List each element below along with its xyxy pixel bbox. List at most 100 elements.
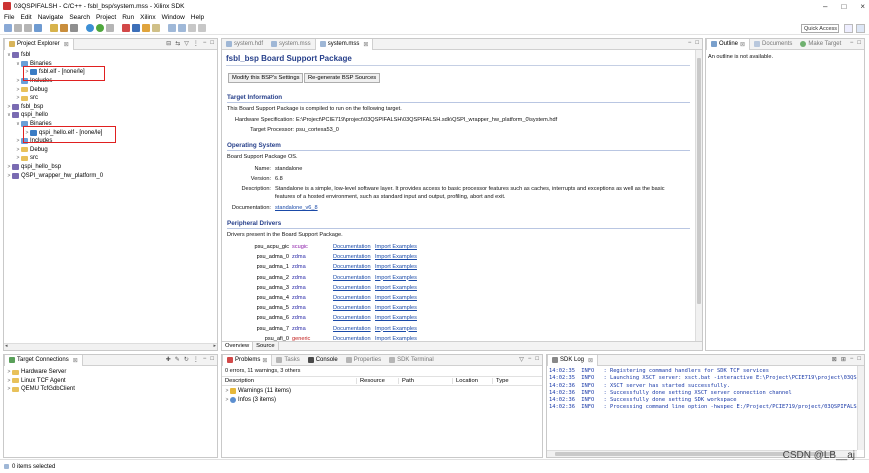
tab-overview[interactable]: Overview <box>222 342 254 350</box>
open-perspective-icon[interactable] <box>844 24 853 33</box>
menu-search[interactable]: Search <box>69 14 90 21</box>
driver-import-examples-link[interactable]: Import Examples <box>375 295 417 305</box>
maximize-view-icon[interactable]: □ <box>857 356 861 363</box>
maximize-view-icon[interactable]: □ <box>695 40 699 46</box>
close-icon[interactable]: ⊠ <box>363 41 368 48</box>
close-icon[interactable]: ⊠ <box>588 357 593 364</box>
tree-node[interactable]: > qspi_hello_bsp <box>6 163 217 172</box>
tree-node[interactable]: > Debug <box>6 146 217 155</box>
driver-documentation-link[interactable]: Documentation <box>333 264 375 274</box>
open-folder-icon[interactable] <box>142 24 150 32</box>
driver-import-examples-link[interactable]: Import Examples <box>375 244 417 254</box>
driver-import-examples-link[interactable]: Import Examples <box>375 305 417 315</box>
tab-outline[interactable]: Outline ⊠ <box>706 38 751 50</box>
new-connection-icon[interactable]: ✚ <box>166 356 171 363</box>
tab-system-mss-2[interactable]: system.mss ⊠ <box>314 38 374 50</box>
menu-xilinx[interactable]: Xilinx <box>140 14 156 21</box>
tree-node-linux-tcf-agent[interactable]: > Linux TCF Agent <box>6 377 215 386</box>
search-icon[interactable] <box>152 24 160 32</box>
editor-vertical-scrollbar[interactable] <box>695 50 702 342</box>
driver-documentation-link[interactable]: Documentation <box>333 326 375 336</box>
tree-node-hardware-server[interactable]: > Hardware Server <box>6 368 215 377</box>
close-button[interactable]: × <box>860 2 865 11</box>
menu-project[interactable]: Project <box>96 14 116 21</box>
tab-source[interactable]: Source <box>253 342 279 350</box>
driver-documentation-link[interactable]: Documentation <box>333 285 375 295</box>
save-icon[interactable] <box>14 24 22 32</box>
tree-node[interactable]: > Debug <box>6 85 217 94</box>
driver-import-examples-link[interactable]: Import Examples <box>375 285 417 295</box>
col-type[interactable]: Type <box>492 378 509 384</box>
tab-project-explorer[interactable]: Project Explorer ⊠ <box>4 38 74 50</box>
tab-system-mss-1[interactable]: system.mss <box>267 39 315 50</box>
minimize-view-icon[interactable]: − <box>850 356 854 363</box>
back-icon[interactable] <box>188 24 196 32</box>
tab-target-connections[interactable]: Target Connections ⊠ <box>4 354 83 366</box>
tab-console[interactable]: Console <box>304 355 342 366</box>
close-icon[interactable]: ⊠ <box>740 41 745 48</box>
close-icon[interactable]: ⊠ <box>64 41 69 48</box>
new-icon[interactable] <box>4 24 12 32</box>
tree-node[interactable]: > src <box>6 94 217 103</box>
target-icon[interactable] <box>70 24 78 32</box>
build-icon[interactable] <box>50 24 58 32</box>
modify-bsp-settings-button[interactable]: Modify this BSP's Settings <box>228 73 304 83</box>
link-editor-icon[interactable]: ⇆ <box>175 40 180 47</box>
refresh-icon[interactable]: ↻ <box>184 356 189 363</box>
col-resource[interactable]: Resource <box>356 378 385 384</box>
menu-help[interactable]: Help <box>191 14 204 21</box>
driver-documentation-link[interactable]: Documentation <box>333 295 375 305</box>
tab-properties[interactable]: Properties <box>342 355 385 366</box>
debug-icon[interactable] <box>86 24 94 32</box>
menu-edit[interactable]: Edit <box>20 14 31 21</box>
save-all-icon[interactable] <box>24 24 32 32</box>
tab-tasks[interactable]: Tasks <box>272 355 303 366</box>
view-menu-icon[interactable]: ⋮ <box>193 356 199 363</box>
tab-documents[interactable]: Documents <box>750 39 796 50</box>
close-icon[interactable]: ⊠ <box>73 357 78 364</box>
minimize-view-icon[interactable]: − <box>688 40 692 46</box>
filter-icon[interactable]: ▽ <box>184 40 189 47</box>
driver-import-examples-link[interactable]: Import Examples <box>375 264 417 274</box>
maximize-view-icon[interactable]: □ <box>210 356 214 363</box>
print-icon[interactable] <box>34 24 42 32</box>
collapse-all-icon[interactable]: ⊟ <box>166 40 171 47</box>
tab-system-hdf[interactable]: system.hdf <box>222 39 267 50</box>
tab-sdk-terminal[interactable]: SDK Terminal <box>385 355 438 366</box>
maximize-button[interactable]: □ <box>841 2 846 11</box>
driver-import-examples-link[interactable]: Import Examples <box>375 326 417 336</box>
xsct-icon[interactable] <box>132 24 140 32</box>
driver-import-examples-link[interactable]: Import Examples <box>375 315 417 325</box>
edit-connection-icon[interactable]: ✎ <box>175 356 180 363</box>
log-vertical-scrollbar[interactable] <box>857 366 864 450</box>
driver-documentation-link[interactable]: Documentation <box>333 315 375 325</box>
maximize-view-icon[interactable]: □ <box>210 40 214 47</box>
tab-problems[interactable]: Problems ⊠ <box>222 354 273 366</box>
clear-log-icon[interactable]: ⊠ <box>832 356 837 363</box>
build-all-icon[interactable] <box>60 24 68 32</box>
view-menu-icon[interactable]: ▽ <box>519 356 524 363</box>
run-icon[interactable] <box>96 24 104 32</box>
minimize-view-icon[interactable]: − <box>528 356 532 363</box>
menu-file[interactable]: File <box>4 14 14 21</box>
os-documentation-link[interactable]: standalone_v6_8 <box>275 205 318 211</box>
regenerate-bsp-sources-button[interactable]: Re-generate BSP Sources <box>304 73 381 83</box>
tree-node[interactable]: > src <box>6 154 217 163</box>
driver-import-examples-link[interactable]: Import Examples <box>375 275 417 285</box>
driver-documentation-link[interactable]: Documentation <box>333 275 375 285</box>
minimize-view-icon[interactable]: − <box>850 40 854 46</box>
minimize-view-icon[interactable]: − <box>203 40 207 47</box>
table-row[interactable]: > Warnings (11 items) <box>224 387 540 396</box>
close-icon[interactable]: ⊠ <box>262 357 267 364</box>
minimize-view-icon[interactable]: − <box>203 356 207 363</box>
program-fpga-icon[interactable] <box>122 24 130 32</box>
cpp-perspective-icon[interactable] <box>856 24 865 33</box>
maximize-view-icon[interactable]: □ <box>857 40 861 46</box>
tree-node[interactable]: > QSPI_wrapper_hw_platform_0 <box>6 171 217 180</box>
tree-node[interactable]: ∨ fsbl <box>6 51 217 60</box>
quick-access-input[interactable]: Quick Access <box>801 24 839 33</box>
driver-documentation-link[interactable]: Documentation <box>333 244 375 254</box>
menu-navigate[interactable]: Navigate <box>38 14 64 21</box>
col-description[interactable]: Description <box>225 378 254 384</box>
scroll-lock-icon[interactable]: ⊞ <box>841 356 846 363</box>
